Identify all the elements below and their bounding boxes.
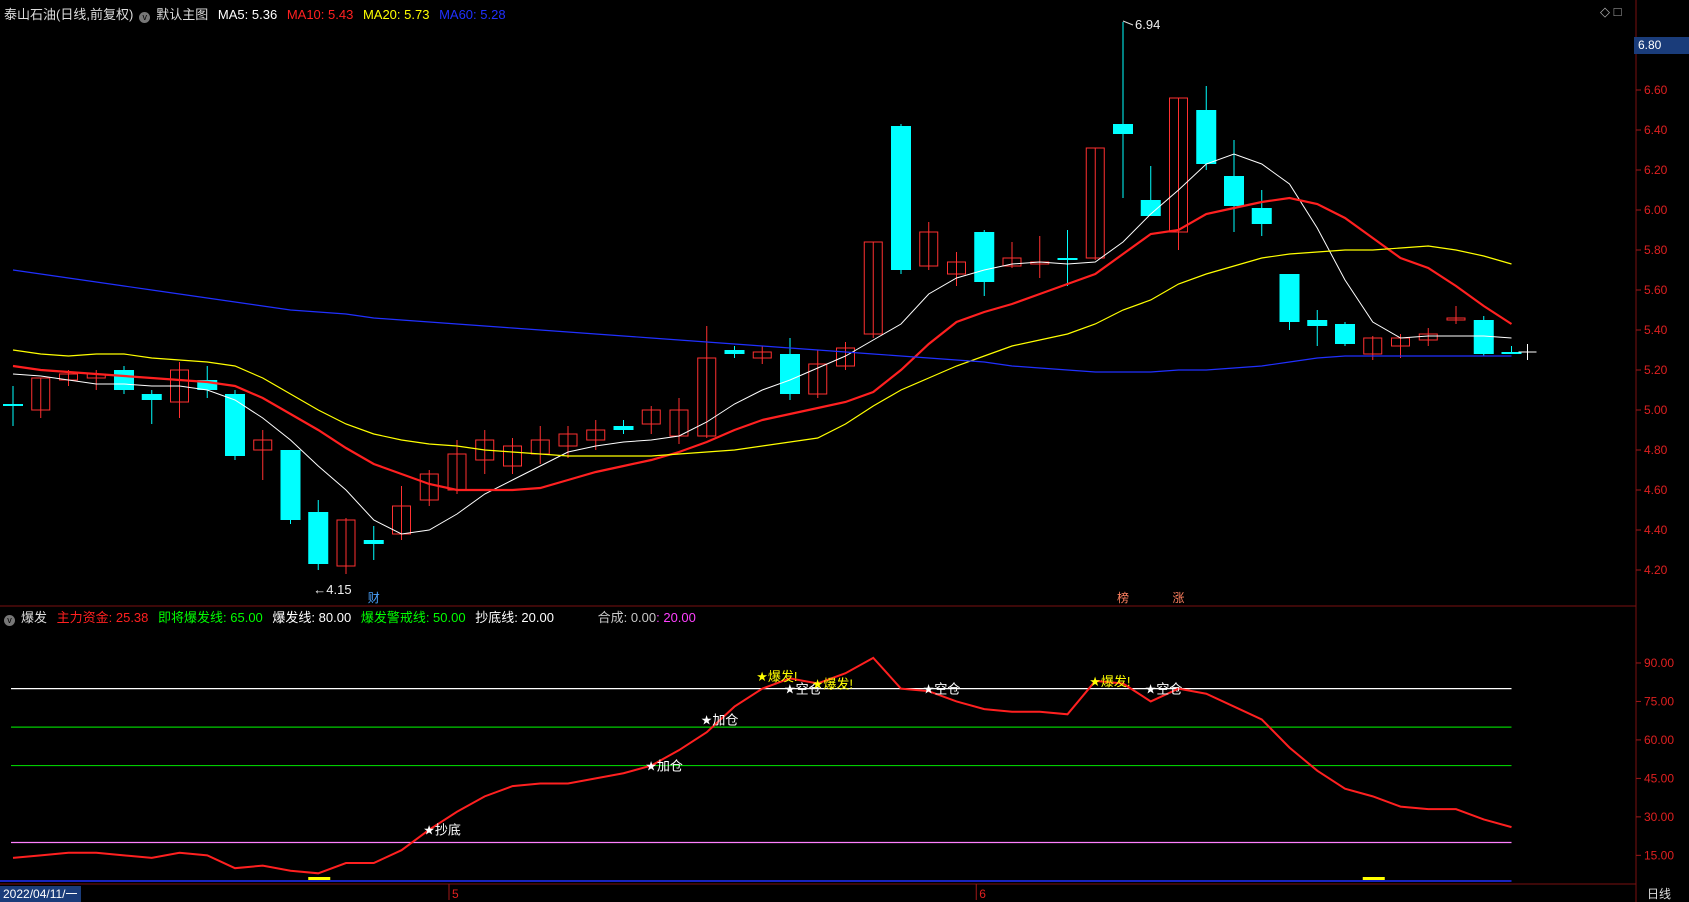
signal-label: ★爆发! xyxy=(812,676,853,691)
signal-label: ★加仓 xyxy=(645,759,683,774)
candle-body-down xyxy=(974,232,995,282)
price-tick-label: 6.20 xyxy=(1644,163,1668,177)
ind-bottom-line: 抄底线: 20.00 xyxy=(475,610,554,625)
signal-label: ★加仓 xyxy=(701,712,739,727)
crosshair-cursor xyxy=(1518,344,1537,360)
indicator-tick-label: 90.00 xyxy=(1644,656,1674,670)
candle-body-down xyxy=(613,426,634,430)
price-tick-label: 4.80 xyxy=(1644,443,1668,457)
event-marker: 财 xyxy=(368,591,380,605)
candle-body-down xyxy=(3,404,23,406)
window-icons[interactable]: ◇ □ xyxy=(1600,4,1621,20)
indicator-settings-icon[interactable]: v xyxy=(4,615,15,626)
price-tick-label: 6.40 xyxy=(1644,123,1668,137)
indicator-name[interactable]: 爆发 xyxy=(21,610,47,625)
price-tick-label: 5.20 xyxy=(1644,363,1668,377)
ma5-label: MA5: 5.36 xyxy=(217,7,278,22)
high-price-label: 6.94 xyxy=(1135,17,1160,32)
ind-composite: 合成: 0.00 xyxy=(597,610,657,625)
candle-body-down xyxy=(225,394,245,456)
event-marker: 榜 xyxy=(1117,590,1129,605)
candle-body-down xyxy=(308,512,329,564)
candle-body-down xyxy=(114,370,134,390)
candle-body-down xyxy=(1335,324,1355,344)
signal-label: ★抄底 xyxy=(423,823,461,838)
indicator-tick-label: 15.00 xyxy=(1644,848,1674,862)
candle-body-down xyxy=(891,126,911,270)
current-price-tag: 6.80 xyxy=(1634,37,1689,54)
price-tick-label: 4.20 xyxy=(1644,563,1668,577)
signal-bar xyxy=(308,877,331,880)
ma10-label: MA10: 5.43 xyxy=(286,7,354,22)
price-tick-label: 5.00 xyxy=(1644,403,1668,417)
signal-bar xyxy=(1362,877,1385,880)
candle-body-down xyxy=(1251,208,1272,224)
price-tick-label: 5.80 xyxy=(1644,243,1668,257)
low-price-label: ←4.15 xyxy=(313,582,351,597)
candle-body-down xyxy=(1196,110,1217,164)
indicator-tick-label: 45.00 xyxy=(1644,771,1674,785)
ind-warning-line: 爆发警戒线: 50.00 xyxy=(360,610,466,625)
stock-chart[interactable]: 6.80 6.60 6.40 6.20 6.00 5.80 5.60 5.40 5.20 5.00… xyxy=(0,0,1689,902)
candle-body-down xyxy=(363,540,384,544)
settings-icon[interactable]: v xyxy=(139,12,151,23)
price-tick-label: 6.00 xyxy=(1644,203,1668,217)
price-tick-label: 6.60 xyxy=(1644,83,1668,97)
main-chart-label[interactable]: 默认主图 xyxy=(156,7,208,22)
ma60-label: MA60: 5.28 xyxy=(439,7,506,22)
signal-label: ★空仓 xyxy=(923,682,961,697)
ind-burst-line: 爆发线: 80.00 xyxy=(272,610,352,625)
indicator-tick-label: 30.00 xyxy=(1644,810,1674,824)
signal-label: ★爆发! xyxy=(1089,674,1130,689)
ma-line-ma5 xyxy=(12,153,1512,535)
main-chart-header: 泰山石油(日线,前复权) v 默认主图 MA5: 5.36 MA10: 5.43 M… xyxy=(4,4,512,23)
price-tick-label: 4.40 xyxy=(1644,523,1668,537)
candle-body-down xyxy=(1224,176,1244,206)
candle-body-down xyxy=(724,350,745,354)
event-marker: 涨 xyxy=(1173,590,1185,605)
price-tick-label: 5.40 xyxy=(1644,323,1668,337)
period-label[interactable]: 日线 xyxy=(1647,886,1671,902)
ind-pre-burst-line: 即将爆发线: 65.00 xyxy=(158,610,263,625)
candle-body-down xyxy=(1279,274,1300,322)
candle-body-down xyxy=(780,354,800,394)
candle-body-down xyxy=(1057,258,1078,260)
indicator-tick-label: 60.00 xyxy=(1644,733,1674,747)
month-label: 5 xyxy=(452,887,459,901)
ma20-label: MA20: 5.73 xyxy=(362,7,430,22)
indicator-tick-label: 75.00 xyxy=(1644,694,1674,708)
month-label: 6 xyxy=(979,887,986,901)
candle-body-down xyxy=(1307,320,1328,326)
candle-body-down xyxy=(141,394,162,400)
price-tick-label: 5.60 xyxy=(1644,283,1668,297)
ind-main-fund: 主力资金: 25.38 xyxy=(56,610,149,625)
signal-label: ★空仓 xyxy=(1145,682,1183,697)
ind-composite-value: : 20.00 xyxy=(656,610,696,625)
stock-title[interactable]: 泰山石油(日线,前复权) xyxy=(4,7,133,22)
date-readout: 2022/04/11/一 xyxy=(0,886,81,902)
candle-body-down xyxy=(280,450,301,520)
indicator-header: v 爆发 主力资金: 25.38 即将爆发线: 65.00 爆发线: 80.00 … xyxy=(4,607,702,626)
high-pointer xyxy=(1122,20,1134,26)
price-tick-label: 4.60 xyxy=(1644,483,1668,497)
candle-body-down xyxy=(1113,124,1133,134)
